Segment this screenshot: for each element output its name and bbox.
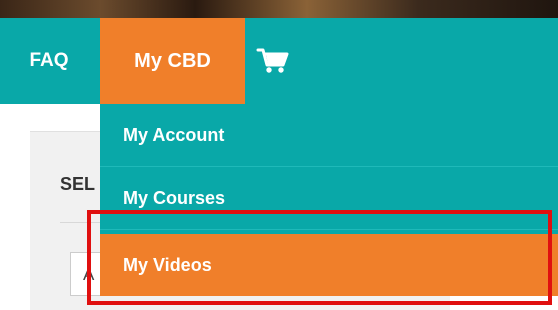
dropdown-item-my-account[interactable]: My Account	[100, 104, 558, 166]
nav-item-faq[interactable]: FAQ	[0, 18, 98, 104]
dropdown-divider	[100, 229, 558, 230]
dropdown-item-label: My Courses	[123, 187, 226, 208]
my-cbd-dropdown-menu: My Account My Courses My Videos	[100, 104, 558, 296]
select-input-value: A	[83, 265, 95, 284]
dropdown-item-my-videos[interactable]: My Videos	[100, 234, 558, 296]
dropdown-item-label: My Videos	[123, 254, 212, 275]
select-heading: SEL	[60, 174, 96, 194]
nav-item-my-cbd[interactable]: My CBD	[100, 18, 245, 104]
header-banner-image	[0, 0, 558, 18]
nav-item-faq-label: FAQ	[29, 50, 69, 71]
nav-item-my-cbd-label: My CBD	[134, 49, 211, 72]
dropdown-item-my-courses[interactable]: My Courses	[100, 167, 558, 229]
main-navigation: FAQ My CBD	[0, 18, 558, 104]
shopping-cart-icon	[256, 48, 289, 73]
cart-button[interactable]	[255, 46, 291, 76]
dropdown-item-label: My Account	[123, 124, 225, 145]
